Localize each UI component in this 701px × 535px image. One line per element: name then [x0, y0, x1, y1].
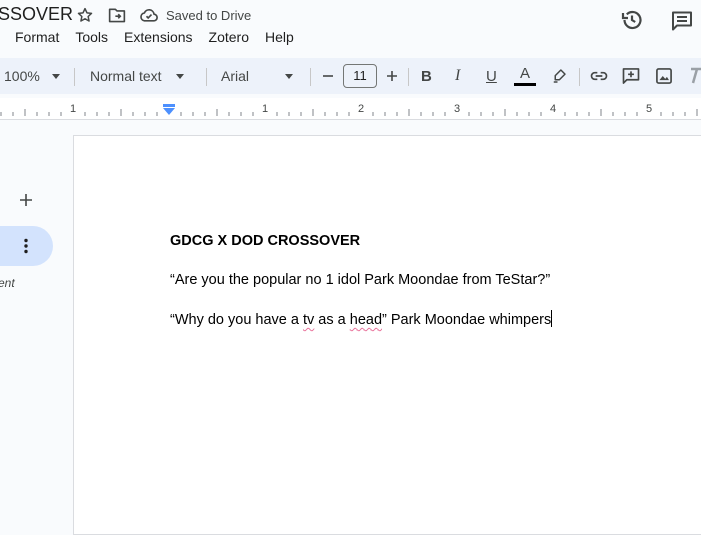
plus-icon	[387, 71, 397, 81]
chevron-down-icon	[285, 73, 294, 79]
document-paragraph[interactable]: “Are you the popular no 1 idol Park Moon…	[170, 272, 550, 288]
image-icon	[656, 68, 672, 84]
horizontal-ruler: 1 1 2 3 4 5	[0, 98, 701, 120]
paragraph-style-value: Normal text	[90, 68, 162, 84]
link-icon	[590, 71, 608, 81]
chevron-down-icon	[175, 73, 184, 79]
document-heading[interactable]: GDCG X DOD CROSSOVER	[170, 233, 360, 249]
increase-font-size-button[interactable]	[384, 58, 400, 94]
star-icon[interactable]	[76, 6, 94, 24]
insert-image-button[interactable]	[654, 58, 674, 94]
version-history-icon[interactable]	[620, 8, 644, 32]
title-bar: SSOVER Saved to Drive	[0, 0, 701, 31]
paragraph-text: as a	[314, 312, 350, 328]
formatting-toolbar: 100% Normal text Arial 11 B I U A	[0, 58, 701, 94]
ruler-scale: 1 1 2 3 4 5	[0, 103, 698, 116]
indent-marker[interactable]	[163, 104, 175, 115]
highlight-color-button[interactable]	[550, 58, 568, 94]
document-page[interactable]: GDCG X DOD CROSSOVER “Are you the popula…	[73, 135, 701, 535]
sidebar-outline-label: ent	[0, 276, 15, 290]
paragraph-text: “Why do you have a	[170, 312, 303, 328]
comments-icon[interactable]	[670, 9, 694, 33]
add-tab-icon[interactable]	[16, 190, 36, 210]
insert-link-button[interactable]	[589, 58, 609, 94]
misspelled-word[interactable]: head	[350, 312, 382, 328]
text-cursor	[551, 310, 553, 327]
zoom-select[interactable]: 100%	[4, 58, 64, 94]
zoom-value: 100%	[4, 68, 40, 84]
toolbar-divider	[579, 68, 580, 86]
misspelled-word[interactable]: tv	[303, 312, 314, 328]
saved-status: Saved to Drive	[166, 8, 252, 23]
paragraph-style-select[interactable]: Normal text	[90, 58, 194, 94]
clear-formatting-icon	[691, 67, 701, 84]
menu-zotero[interactable]: Zotero	[201, 28, 257, 48]
bold-button[interactable]: B	[421, 58, 435, 94]
chevron-down-icon	[51, 73, 60, 79]
font-size-input[interactable]: 11	[343, 64, 377, 88]
decrease-font-size-button[interactable]	[320, 58, 336, 94]
cloud-done-icon[interactable]	[139, 6, 159, 24]
add-comment-button[interactable]	[621, 58, 641, 94]
text-color-swatch	[514, 83, 536, 86]
clear-formatting-button[interactable]	[689, 58, 701, 94]
toolbar-divider	[206, 68, 207, 86]
ruler-label: 4	[550, 103, 556, 115]
paragraph-text: ” Park Moondae whimpers	[382, 312, 552, 328]
text-color-label: A	[519, 65, 530, 82]
ruler-label: 2	[358, 103, 364, 115]
ruler-label: 3	[454, 103, 460, 115]
toolbar-divider	[74, 68, 75, 86]
more-options-icon[interactable]	[16, 236, 36, 256]
add-comment-icon	[622, 68, 640, 84]
menu-extensions[interactable]: Extensions	[116, 28, 200, 48]
toolbar-divider	[408, 68, 409, 86]
document-paragraph[interactable]: “Why do you have a tv as a head” Park Mo…	[170, 310, 553, 328]
minus-icon	[323, 75, 333, 77]
menu-format[interactable]: Format	[0, 28, 67, 48]
move-to-folder-icon[interactable]	[107, 6, 127, 24]
underline-button[interactable]: U	[486, 58, 500, 94]
document-title[interactable]: SSOVER	[0, 4, 73, 25]
menu-tools[interactable]: Tools	[67, 28, 116, 48]
font-family-value: Arial	[221, 68, 250, 84]
ruler-label: 1	[262, 103, 268, 115]
toolbar-divider	[310, 68, 311, 86]
menu-help[interactable]: Help	[257, 28, 302, 48]
ruler-label: 1	[70, 103, 76, 115]
highlighter-icon	[553, 69, 566, 83]
font-family-select[interactable]: Arial	[221, 58, 301, 94]
italic-button[interactable]: I	[455, 58, 467, 94]
ruler-label: 5	[646, 103, 652, 115]
text-color-button[interactable]: A	[514, 58, 536, 94]
menu-bar: Format Tools Extensions Zotero Help	[0, 28, 302, 48]
